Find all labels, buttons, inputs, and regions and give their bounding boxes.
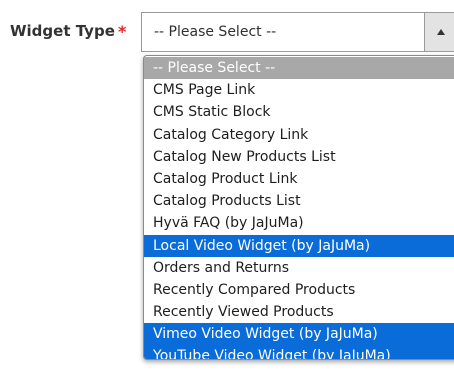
dropdown-option[interactable]: -- Please Select -- [144, 57, 454, 80]
dropdown-option[interactable]: CMS Page Link [144, 79, 454, 101]
dropdown-option[interactable]: CMS Static Block [144, 101, 454, 123]
dropdown-option[interactable]: Orders and Returns [144, 257, 454, 279]
dropdown-option[interactable]: Catalog Category Link [144, 124, 454, 146]
dropdown-option[interactable]: Catalog New Products List [144, 146, 454, 168]
triangle-up-icon [437, 29, 445, 35]
dropdown-option[interactable]: Recently Viewed Products [144, 301, 454, 323]
dropdown-option[interactable]: Local Video Widget (by JaJuMa) [144, 234, 454, 257]
select-current-value: -- Please Select -- [154, 24, 277, 40]
dropdown-option[interactable]: YouTube Video Widget (by JaJuMa) [144, 345, 454, 359]
dropdown-option[interactable]: Catalog Product Link [144, 168, 454, 190]
dropdown-option[interactable]: Vimeo Video Widget (by JaJuMa) [144, 323, 454, 346]
dropdown-option[interactable]: Catalog Products List [144, 190, 454, 212]
dropdown-option[interactable]: Hyvä FAQ (by JaJuMa) [144, 212, 454, 234]
widget-type-label: Widget Type [10, 22, 115, 40]
dropdown-option[interactable]: Recently Compared Products [144, 279, 454, 301]
widget-type-dropdown[interactable]: -- Please Select -- CMS Page Link CMS Stat… [143, 55, 454, 360]
dropdown-option-list: -- Please Select -- CMS Page Link CMS Stat… [144, 56, 454, 359]
select-toggle-button[interactable] [424, 13, 454, 51]
widget-type-select[interactable]: -- Please Select -- [141, 12, 454, 52]
required-asterisk: * [118, 22, 127, 41]
